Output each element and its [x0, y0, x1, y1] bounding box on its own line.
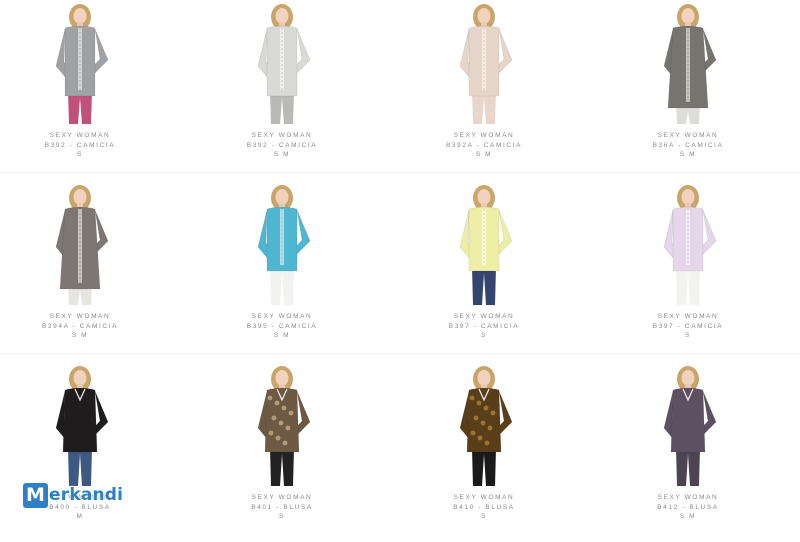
- product-sizes: S: [481, 513, 487, 520]
- product-sizes: S: [685, 332, 691, 339]
- product-photo: [55, 4, 109, 124]
- product-image[interactable]: [404, 183, 564, 307]
- product-title: B397 - CAMICIA: [448, 322, 520, 330]
- product-meta: SEXY WOMAN B36A - CAMICIA S M: [608, 131, 768, 160]
- product-title: B392 - CAMICIA: [44, 141, 116, 149]
- product-sizes: S M: [273, 151, 291, 158]
- row-divider: [0, 353, 800, 354]
- product-meta: SEXY WOMAN B401 - BLUSA S: [202, 493, 362, 522]
- product-card[interactable]: SEXY WOMAN B36A - CAMICIA S M: [608, 0, 768, 178]
- product-title: B397 - CAMICIA: [652, 322, 724, 330]
- product-brand: SEXY WOMAN: [453, 313, 515, 320]
- product-brand: SEXY WOMAN: [49, 132, 111, 139]
- product-row: SEXY WOMAN B400 - BLUSA M SEXY WOMAN B401 -…: [0, 362, 800, 542]
- product-sizes: S M: [679, 151, 697, 158]
- logo-initial: M: [23, 482, 48, 508]
- product-row: SEXY WOMAN B394A - CAMICIA S M SEXY WOMAN B…: [0, 181, 800, 361]
- product-sizes: S: [77, 151, 83, 158]
- product-sizes: S M: [71, 332, 89, 339]
- product-meta: SEXY WOMAN B397 - CAMICIA S: [404, 312, 564, 341]
- product-title: B395 - CAMICIA: [246, 322, 318, 330]
- product-brand: SEXY WOMAN: [251, 132, 313, 139]
- product-title: B392 - CAMICIA: [246, 141, 318, 149]
- product-sizes: S: [481, 332, 487, 339]
- product-image[interactable]: [202, 364, 362, 488]
- product-title: B410 - BLUSA: [453, 503, 515, 511]
- product-photo: [663, 185, 717, 305]
- product-title: B36A - CAMICIA: [652, 141, 724, 149]
- product-photo: [459, 366, 513, 486]
- product-card[interactable]: SEXY WOMAN B397 - CAMICIA S: [608, 181, 768, 359]
- product-photo: [257, 4, 311, 124]
- product-brand: SEXY WOMAN: [251, 494, 313, 501]
- product-sizes: M: [76, 513, 84, 520]
- product-card[interactable]: SEXY WOMAN B395 - CAMICIA S M: [202, 181, 362, 359]
- product-image[interactable]: [404, 2, 564, 126]
- product-image[interactable]: [0, 2, 160, 126]
- product-meta: SEXY WOMAN B410 - BLUSA S: [404, 493, 564, 522]
- product-photo: [459, 4, 513, 124]
- product-sizes: S: [279, 513, 285, 520]
- product-brand: SEXY WOMAN: [657, 313, 719, 320]
- merkandi-logo: M erkandi: [23, 482, 123, 508]
- product-card[interactable]: SEXY WOMAN B412 - BLUSA S M: [608, 362, 768, 540]
- product-meta: SEXY WOMAN B395 - CAMICIA S M: [202, 312, 362, 341]
- product-card[interactable]: SEXY WOMAN B392 - CAMICIA S M: [202, 0, 362, 178]
- product-image[interactable]: [608, 2, 768, 126]
- product-sizes: S M: [679, 513, 697, 520]
- product-card[interactable]: SEXY WOMAN B400 - BLUSA M: [0, 362, 160, 540]
- product-brand: SEXY WOMAN: [453, 132, 515, 139]
- row-divider: [0, 172, 800, 173]
- product-image[interactable]: [202, 2, 362, 126]
- product-photo: [663, 366, 717, 486]
- product-card[interactable]: SEXY WOMAN B401 - BLUSA S: [202, 362, 362, 540]
- product-card[interactable]: SEXY WOMAN B392A - CAMICIA S M: [404, 0, 564, 178]
- product-card[interactable]: SEXY WOMAN B410 - BLUSA S: [404, 362, 564, 540]
- product-meta: SEXY WOMAN B394A - CAMICIA S M: [0, 312, 160, 341]
- product-image[interactable]: [404, 364, 564, 488]
- product-photo: [55, 185, 109, 305]
- product-photo: [55, 366, 109, 486]
- product-brand: SEXY WOMAN: [657, 132, 719, 139]
- product-title: B392A - CAMICIA: [445, 141, 523, 149]
- product-photo: [663, 4, 717, 124]
- product-brand: SEXY WOMAN: [453, 494, 515, 501]
- product-image[interactable]: [0, 364, 160, 488]
- product-meta: SEXY WOMAN B397 - CAMICIA S: [608, 312, 768, 341]
- product-image[interactable]: [202, 183, 362, 307]
- product-title: B394A - CAMICIA: [41, 322, 119, 330]
- product-row: SEXY WOMAN B392 - CAMICIA S SEXY WOMAN B392…: [0, 0, 800, 180]
- logo-wordmark: erkandi: [49, 485, 124, 505]
- product-title: B412 - BLUSA: [657, 503, 719, 511]
- product-sizes: S M: [475, 151, 493, 158]
- product-brand: SEXY WOMAN: [251, 313, 313, 320]
- product-photo: [257, 366, 311, 486]
- product-brand: SEXY WOMAN: [49, 313, 111, 320]
- product-brand: SEXY WOMAN: [657, 494, 719, 501]
- product-card[interactable]: SEXY WOMAN B392 - CAMICIA S: [0, 0, 160, 178]
- product-image[interactable]: [0, 183, 160, 307]
- product-photo: [257, 185, 311, 305]
- product-meta: SEXY WOMAN B392 - CAMICIA S M: [202, 131, 362, 160]
- product-title: B401 - BLUSA: [251, 503, 313, 511]
- product-card[interactable]: SEXY WOMAN B397 - CAMICIA S: [404, 181, 564, 359]
- product-meta: SEXY WOMAN B392 - CAMICIA S: [0, 131, 160, 160]
- product-card[interactable]: SEXY WOMAN B394A - CAMICIA S M: [0, 181, 160, 359]
- product-photo: [459, 185, 513, 305]
- product-grid: SEXY WOMAN B392 - CAMICIA S SEXY WOMAN B392…: [0, 0, 800, 531]
- product-image[interactable]: [608, 183, 768, 307]
- product-image[interactable]: [608, 364, 768, 488]
- product-meta: SEXY WOMAN B412 - BLUSA S M: [608, 493, 768, 522]
- product-sizes: S M: [273, 332, 291, 339]
- product-meta: SEXY WOMAN B392A - CAMICIA S M: [404, 131, 564, 160]
